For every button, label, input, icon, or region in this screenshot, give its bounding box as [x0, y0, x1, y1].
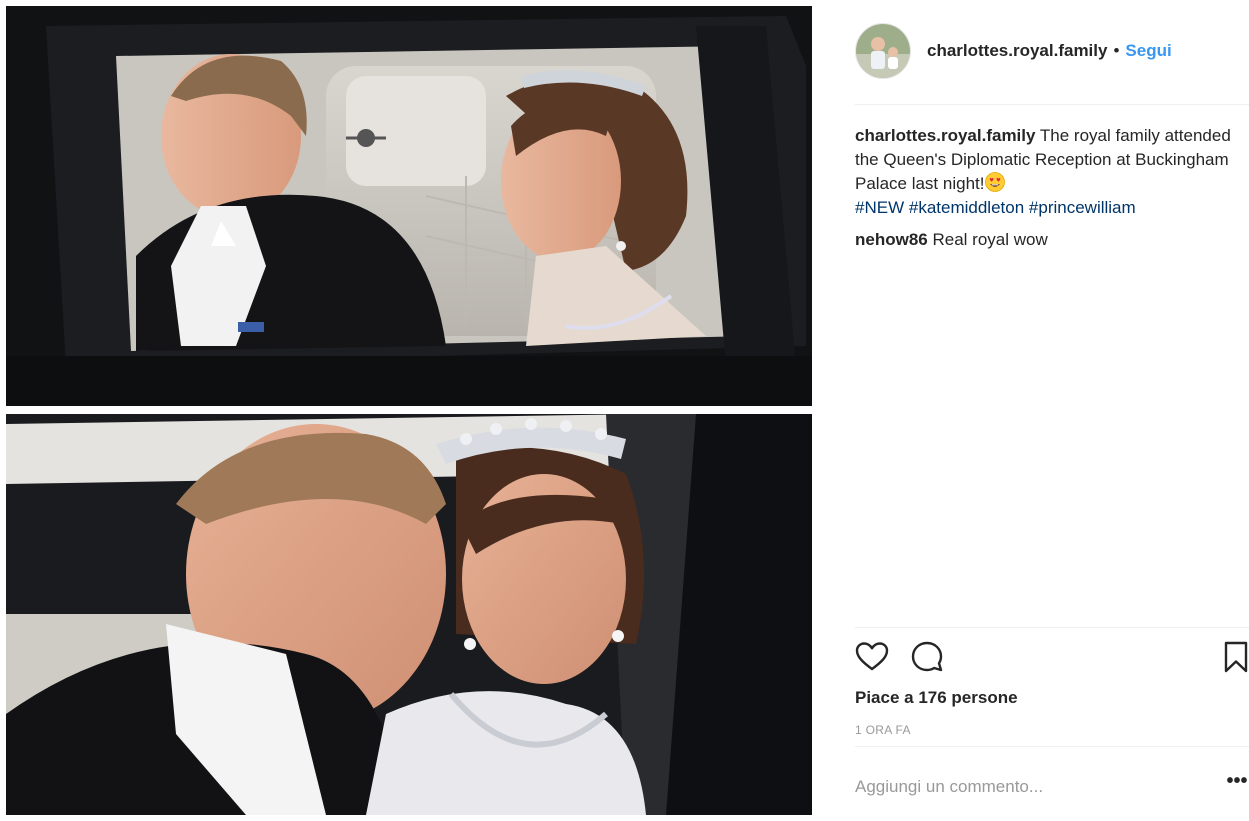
- save-button[interactable]: [1219, 640, 1249, 674]
- comment-item: nehow86 Real royal wow: [855, 228, 1249, 252]
- hashtag-link[interactable]: #NEW: [855, 198, 904, 217]
- like-button[interactable]: [855, 640, 889, 674]
- comment-bubble-icon: [911, 641, 943, 672]
- follow-button[interactable]: Segui: [1125, 41, 1171, 61]
- avatar[interactable]: [855, 23, 911, 79]
- header-divider: [855, 104, 1249, 105]
- comment-button[interactable]: [910, 640, 944, 674]
- hashtag-link[interactable]: #princewilliam: [1029, 198, 1136, 217]
- post-media[interactable]: [0, 0, 818, 821]
- caption-username[interactable]: charlottes.royal.family: [855, 126, 1035, 145]
- heart-icon: [855, 642, 889, 671]
- separator-dot: •: [1113, 41, 1120, 60]
- comments-section: charlottes.royal.family The royal family…: [855, 124, 1249, 260]
- heart-eyes-emoji-icon: [985, 172, 1006, 192]
- couple-in-car-photo-top: [6, 6, 812, 406]
- post-author-username[interactable]: charlottes.royal.family: [927, 41, 1107, 61]
- avatar-image: [856, 24, 910, 78]
- post-header: charlottes.royal.family • Segui: [855, 22, 1249, 80]
- post-timestamp[interactable]: 1 ORA FA: [855, 723, 911, 737]
- add-comment-input[interactable]: [855, 770, 1215, 804]
- post-photo-bottom[interactable]: [6, 414, 812, 815]
- comment-username[interactable]: nehow86: [855, 230, 928, 249]
- comment-text: Real royal wow: [932, 230, 1048, 249]
- more-options-button[interactable]: •••: [1225, 771, 1249, 798]
- post-actions: [855, 640, 1249, 674]
- comment-box-divider: [855, 746, 1249, 747]
- couple-in-car-photo-bottom: [6, 414, 812, 815]
- hashtag-link[interactable]: #katemiddleton: [909, 198, 1024, 217]
- caption: charlottes.royal.family The royal family…: [855, 124, 1249, 220]
- post-side-panel: charlottes.royal.family • Segui charlott…: [855, 0, 1249, 821]
- likes-count[interactable]: Piace a 176 persone: [855, 688, 1018, 708]
- caption-hashtags: #NEW #katemiddleton #princewilliam: [855, 198, 1136, 217]
- bookmark-icon: [1224, 641, 1248, 673]
- post-photo-top[interactable]: [6, 6, 812, 406]
- actions-divider: [855, 627, 1249, 628]
